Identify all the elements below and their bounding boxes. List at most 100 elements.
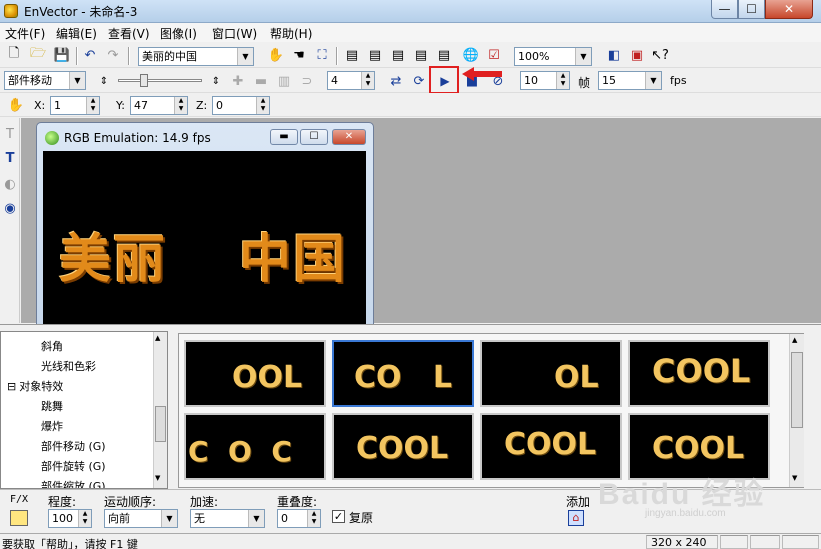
- overlap-spin[interactable]: 0 ▲ ▼: [277, 509, 321, 528]
- layout5-icon[interactable]: ▤: [434, 45, 454, 65]
- tree-scroll-thumb[interactable]: [155, 406, 166, 442]
- minimize-button[interactable]: —: [711, 0, 738, 19]
- effect-thumbnail[interactable]: COOL: [332, 413, 474, 480]
- scroll-down-icon[interactable]: ▼: [792, 474, 797, 482]
- scroll-up-icon[interactable]: ▲: [792, 336, 797, 344]
- tree-item[interactable]: 爆炸: [41, 418, 63, 434]
- open-folder-icon[interactable]: 🗁: [28, 45, 48, 65]
- effect-slider[interactable]: [118, 72, 202, 90]
- fps-combo[interactable]: 15 ▼: [598, 71, 662, 90]
- frame-label: 帧: [578, 76, 591, 90]
- spin-updown-icon[interactable]: ▲ ▼: [556, 72, 569, 89]
- effect-thumbnail[interactable]: COOL: [628, 340, 770, 407]
- select-tool-icon[interactable]: ◉: [0, 198, 20, 218]
- render-canvas[interactable]: 美丽 中国: [43, 151, 366, 325]
- help-pointer-icon[interactable]: ↖?: [650, 45, 670, 65]
- menu-help[interactable]: 帮助(H): [270, 25, 312, 42]
- undo-icon[interactable]: ↶: [80, 45, 100, 65]
- properties-icon[interactable]: ◧: [604, 45, 624, 65]
- tree-item[interactable]: 部件缩放 (G): [41, 478, 106, 488]
- tree-item[interactable]: 部件旋转 (G): [41, 458, 106, 474]
- effect-thumbnail[interactable]: CO L: [332, 340, 474, 407]
- tree-item[interactable]: 光线和色彩: [41, 358, 96, 374]
- menu-file[interactable]: 文件(F): [5, 25, 45, 42]
- fit-view-icon[interactable]: ⛶: [312, 45, 332, 65]
- chevron-down-icon[interactable]: ▼: [161, 510, 177, 527]
- frame-spin[interactable]: 4 ▲ ▼: [327, 71, 375, 90]
- spacing2-icon[interactable]: ⇕: [206, 71, 226, 91]
- effect-combo[interactable]: 部件移动 ▼: [4, 71, 86, 90]
- maximize-button[interactable]: ☐: [738, 0, 765, 19]
- object-tool-icon[interactable]: ◐: [0, 174, 20, 194]
- spin-updown-icon[interactable]: ▲ ▼: [174, 97, 187, 114]
- add-icon: ✚: [232, 73, 244, 89]
- spin-updown-icon[interactable]: ▲ ▼: [86, 97, 99, 114]
- x-spin[interactable]: 1 ▲ ▼: [50, 96, 100, 115]
- layout4-icon[interactable]: ▤: [411, 45, 431, 65]
- spin-updown-icon[interactable]: ▲ ▼: [307, 510, 320, 527]
- redo-icon[interactable]: ↷: [103, 45, 123, 65]
- scroll-up-icon[interactable]: ▲: [155, 334, 160, 342]
- menu-edit[interactable]: 编辑(E): [56, 25, 97, 42]
- window-title: EnVector - 未命名-3: [24, 5, 138, 19]
- chevron-down-icon[interactable]: ▼: [69, 72, 85, 89]
- tree-item[interactable]: 跳舞: [41, 398, 63, 414]
- thumb-scroll-thumb[interactable]: [791, 352, 803, 428]
- layout3-icon[interactable]: ▤: [388, 45, 408, 65]
- tree-item-label: 对象特效: [19, 380, 64, 393]
- order-combo[interactable]: 向前 ▼: [104, 509, 178, 528]
- z-spin[interactable]: 0 ▲ ▼: [212, 96, 270, 115]
- tree-item[interactable]: 斜角: [41, 338, 63, 354]
- add-icon[interactable]: ⌂: [568, 510, 584, 526]
- accel-combo[interactable]: 无 ▼: [190, 509, 265, 528]
- menu-window[interactable]: 窗口(W): [212, 25, 257, 42]
- menu-image[interactable]: 图像(I): [160, 25, 197, 42]
- hand-icon[interactable]: ✋: [6, 95, 26, 115]
- spin-updown-icon[interactable]: ▲ ▼: [361, 72, 374, 89]
- chart-icon[interactable]: ☑: [484, 45, 504, 65]
- menu-view[interactable]: 查看(V): [108, 25, 150, 42]
- save-icon[interactable]: 💾: [52, 45, 72, 65]
- child-close-button[interactable]: ✕: [332, 129, 366, 145]
- spin-updown-icon[interactable]: ▲ ▼: [256, 97, 269, 114]
- child-minimize-button[interactable]: ▬: [270, 129, 298, 145]
- spin-updown-icon[interactable]: ▲ ▼: [78, 510, 91, 527]
- new-file-icon[interactable]: 🗋: [4, 45, 24, 65]
- tree-scrollbar[interactable]: ▲ ▼: [153, 332, 167, 488]
- chevron-down-icon[interactable]: ▼: [237, 48, 253, 65]
- effect-thumbnail[interactable]: OOL: [184, 340, 326, 407]
- layout1-icon[interactable]: ▤: [342, 45, 362, 65]
- text-edit-icon[interactable]: T: [0, 148, 20, 168]
- thumbnail-text: C O C: [188, 435, 292, 468]
- fx-label: F/X: [10, 494, 29, 505]
- layout2-icon[interactable]: ▤: [365, 45, 385, 65]
- collapse-icon[interactable]: ⊟: [7, 380, 16, 393]
- frames-spin[interactable]: 10 ▲ ▼: [520, 71, 570, 90]
- tree-item-label: 光线和色彩: [41, 360, 96, 373]
- globe-icon[interactable]: 🌐: [461, 45, 481, 65]
- render-icon[interactable]: ▣: [627, 45, 647, 65]
- refresh-icon[interactable]: ⟳: [409, 71, 429, 91]
- text-combo[interactable]: 美丽的中国 ▼: [138, 47, 254, 66]
- close-button[interactable]: ✕: [765, 0, 813, 19]
- chevron-down-icon[interactable]: ▼: [645, 72, 661, 89]
- child-maximize-button[interactable]: ☐: [300, 129, 328, 145]
- spacing-icon[interactable]: ⇕: [94, 71, 114, 91]
- chevron-down-icon[interactable]: ▼: [248, 510, 264, 527]
- loop-icon[interactable]: ⇄: [386, 71, 406, 91]
- tree-item[interactable]: 部件移动 (G): [41, 438, 106, 454]
- fx-icon[interactable]: [10, 510, 28, 526]
- restore-checkbox[interactable]: ✓: [332, 510, 345, 523]
- hand-move-icon[interactable]: ☚: [289, 45, 309, 65]
- degree-spin[interactable]: 100 ▲ ▼: [48, 509, 92, 528]
- y-spin[interactable]: 47 ▲ ▼: [130, 96, 188, 115]
- chevron-down-icon[interactable]: ▼: [575, 48, 591, 65]
- zoom-combo[interactable]: 100% ▼: [514, 47, 592, 66]
- text-tool-icon[interactable]: T: [0, 124, 20, 144]
- hand-rotate-icon[interactable]: ✋: [266, 45, 286, 65]
- effect-thumbnail[interactable]: C O C: [184, 413, 326, 480]
- thumb-scrollbar[interactable]: ▲ ▼: [789, 334, 804, 487]
- effect-thumbnail[interactable]: OL: [480, 340, 622, 407]
- tree-item[interactable]: ⊟ 对象特效: [7, 378, 63, 394]
- scroll-down-icon[interactable]: ▼: [155, 474, 160, 482]
